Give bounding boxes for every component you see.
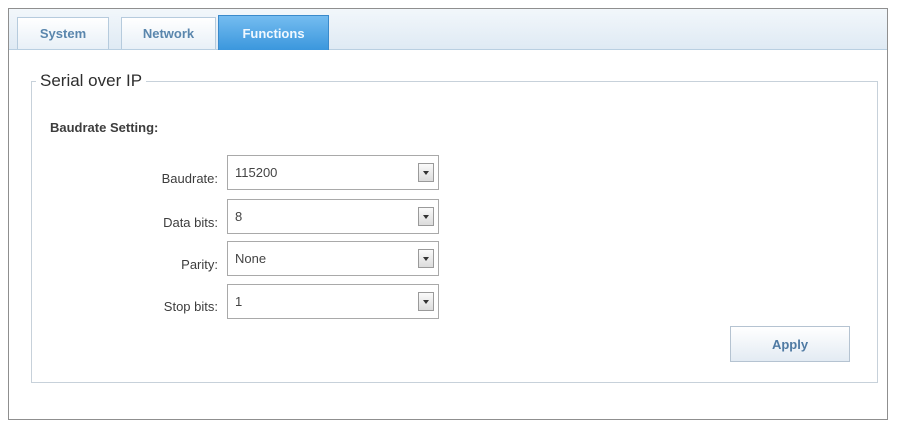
apply-button[interactable]: Apply: [730, 326, 850, 362]
stop-bits-select[interactable]: 1: [227, 284, 439, 319]
baudrate-setting-title: Baudrate Setting:: [50, 120, 159, 135]
tab-network[interactable]: Network: [121, 17, 216, 49]
data-bits-label: Data bits:: [163, 215, 218, 230]
chevron-down-icon[interactable]: [418, 163, 434, 182]
data-bits-select[interactable]: 8: [227, 199, 439, 234]
tab-system[interactable]: System: [17, 17, 109, 49]
parity-select[interactable]: None: [227, 241, 439, 276]
tab-functions[interactable]: Functions: [218, 15, 329, 50]
baudrate-select[interactable]: 115200: [227, 155, 439, 190]
chevron-down-icon[interactable]: [418, 249, 434, 268]
baudrate-value: 115200: [235, 165, 278, 180]
baudrate-label: Baudrate:: [161, 171, 218, 186]
stop-bits-value: 1: [235, 294, 243, 309]
panel-legend: Serial over IP: [36, 71, 147, 91]
data-bits-value: 8: [235, 209, 243, 224]
stop-bits-label: Stop bits:: [163, 299, 218, 314]
parity-label: Parity:: [181, 257, 218, 272]
parity-value: None: [235, 251, 267, 266]
chevron-down-icon[interactable]: [418, 207, 434, 226]
tab-bar: System Network Functions: [9, 9, 887, 50]
chevron-down-icon[interactable]: [418, 292, 434, 311]
